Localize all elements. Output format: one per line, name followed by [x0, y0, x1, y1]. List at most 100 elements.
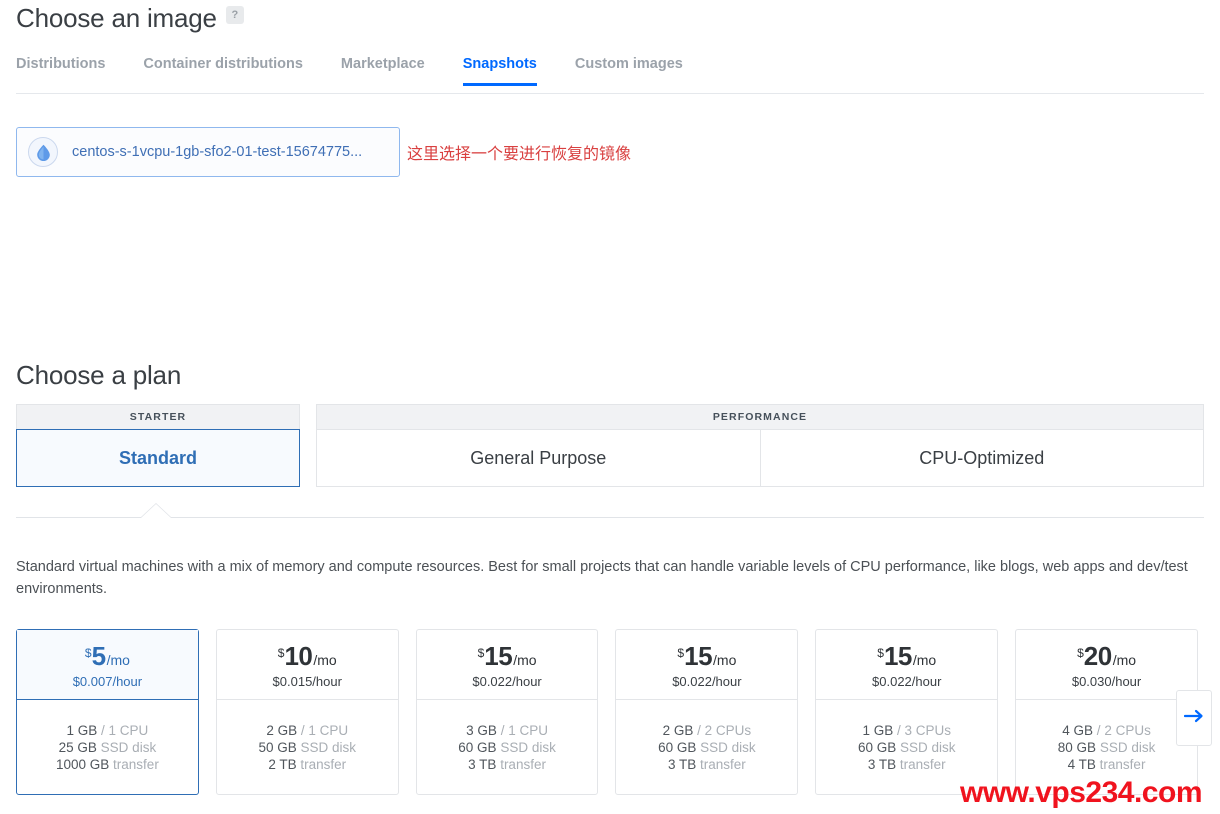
plan-group-starter: STARTER Standard: [16, 404, 300, 487]
help-icon[interactable]: ?: [225, 6, 244, 25]
plan-tab-general-purpose[interactable]: General Purpose: [316, 429, 761, 487]
plan-section-title: Choose a plan: [16, 360, 182, 390]
price-period: /mo: [313, 651, 337, 668]
plan-specs: 3 GB / 1 CPU 60 GB SSD disk 3 TB transfer: [417, 700, 598, 794]
tab-marketplace[interactable]: Marketplace: [341, 56, 425, 85]
tab-distributions[interactable]: Distributions: [16, 56, 105, 85]
next-page-button[interactable]: [1176, 690, 1212, 746]
tab-container-distributions[interactable]: Container distributions: [143, 56, 303, 85]
price-period: /mo: [713, 651, 737, 668]
page-title-text: Choose an image: [16, 3, 217, 33]
plan-spec-transfer: 2 TB transfer: [268, 757, 346, 772]
currency-symbol: $: [84, 645, 92, 660]
price-period: /mo: [1112, 651, 1137, 668]
plan-size-card[interactable]: $15/mo $0.022/hour 3 GB / 1 CPU 60 GB SSD d…: [415, 629, 599, 795]
tab-snapshots[interactable]: Snapshots: [462, 56, 538, 86]
plan-price-header: $20/mo $0.030/hour: [1016, 630, 1197, 700]
plan-cpu: 3 CPUs: [904, 722, 951, 738]
snapshot-name: centos-s-1vcpu-1gb-sfo2-01-test-15674775…: [72, 144, 363, 160]
plan-spec-disk: 60 GB SSD disk: [458, 740, 556, 755]
plan-hourly-price: $0.022/hour: [672, 673, 742, 689]
plan-group-body-starter: Standard: [16, 429, 300, 487]
plan-memory: 1 GB: [862, 722, 894, 738]
plan-memory: 2 GB: [266, 722, 298, 738]
plan-disk-size: 60 GB: [658, 739, 697, 755]
plan-spec-disk: 50 GB SSD disk: [258, 740, 356, 755]
plan-monthly-price: $10/mo: [278, 641, 337, 672]
plan-disk-label: SSD disk: [300, 739, 357, 755]
plan-price-header: $10/mo $0.015/hour: [216, 630, 398, 700]
plan-hourly-price: $0.015/hour: [272, 673, 342, 689]
plan-spec-disk: 60 GB SSD disk: [658, 740, 756, 755]
plan-cpu: 1 CPU: [108, 722, 149, 738]
plan-spec-transfer: 3 TB transfer: [668, 757, 746, 772]
plan-disk-label: SSD disk: [899, 739, 956, 755]
plan-spec-memory-cpu: 1 GB / 1 CPU: [66, 722, 149, 738]
plan-cpu: 2 CPUs: [1104, 722, 1151, 738]
plan-spec-transfer: 4 TB transfer: [1068, 757, 1146, 772]
plan-specs: 2 GB / 1 CPU 50 GB SSD disk 2 TB transfer: [217, 700, 398, 794]
plan-monthly-price: $15/mo: [877, 641, 936, 672]
plan-spec-memory-cpu: 3 GB / 1 CPU: [466, 722, 548, 738]
plan-group-performance: PERFORMANCE General Purpose CPU-Optimize…: [316, 404, 1204, 487]
price-period: /mo: [912, 651, 937, 668]
plan-spec-disk: 25 GB SSD disk: [59, 740, 157, 755]
plan-specs: 1 GB / 1 CPU 25 GB SSD disk 1000 GB transf…: [17, 700, 198, 794]
price-period: /mo: [513, 651, 537, 668]
plan-hourly-price: $0.030/hour: [1071, 673, 1142, 689]
plan-group-heading-performance: PERFORMANCE: [316, 404, 1204, 429]
price-amount: 20: [1083, 640, 1112, 671]
currency-symbol: $: [877, 645, 884, 660]
plan-memory: 3 GB: [466, 722, 497, 738]
plan-cpu: 2 CPUs: [704, 722, 752, 738]
plan-price-header: $15/mo $0.022/hour: [816, 630, 998, 700]
plan-memory: 1 GB: [66, 722, 98, 738]
plan-hourly-price: $0.022/hour: [472, 673, 542, 689]
plan-disk-size: 25 GB: [58, 739, 97, 755]
snapshot-option-card[interactable]: centos-s-1vcpu-1gb-sfo2-01-test-15674775…: [16, 127, 400, 177]
price-amount: 15: [883, 640, 912, 671]
plan-tab-standard[interactable]: Standard: [16, 429, 300, 487]
plan-hourly-price: $0.007/hour: [72, 673, 143, 689]
plan-transfer-label: transfer: [700, 756, 746, 772]
plan-spec-memory-cpu: 4 GB / 2 CPUs: [1062, 722, 1151, 738]
plan-transfer-size: 3 TB: [468, 756, 497, 772]
plan-transfer-size: 4 TB: [1067, 756, 1096, 772]
plan-specs: 2 GB / 2 CPUs 60 GB SSD disk 3 TB transfer: [616, 700, 797, 794]
plan-tab-cpu-optimized[interactable]: CPU-Optimized: [760, 429, 1204, 487]
plan-transfer-size: 3 TB: [667, 756, 697, 772]
watermark: www.vps234.com: [960, 776, 1203, 809]
plan-monthly-price: $15/mo: [677, 641, 736, 672]
tab-custom-images[interactable]: Custom images: [575, 56, 683, 85]
plan-price-header: $5/mo $0.007/hour: [17, 630, 198, 700]
currency-symbol: $: [277, 645, 285, 660]
plan-transfer-size: 1000 GB: [55, 756, 110, 772]
plan-disk-label: SSD disk: [700, 739, 756, 755]
plan-memory: 2 GB: [662, 722, 694, 738]
price-amount: 15: [684, 640, 713, 671]
currency-symbol: $: [677, 645, 685, 660]
plan-group-body-performance: General Purpose CPU-Optimized: [316, 429, 1204, 487]
plan-transfer-label: transfer: [1099, 756, 1146, 772]
plan-monthly-price: $20/mo: [1077, 641, 1136, 672]
plan-price-header: $15/mo $0.022/hour: [616, 630, 798, 700]
plan-disk-label: SSD disk: [100, 739, 157, 755]
plan-spec-memory-cpu: 2 GB / 2 CPUs: [662, 722, 752, 738]
plan-category-tabs: STARTER Standard PERFORMANCE General Pur…: [16, 404, 1204, 487]
plan-price-header: $15/mo $0.022/hour: [416, 630, 598, 700]
price-amount: 5: [91, 640, 106, 671]
plan-size-card[interactable]: $10/mo $0.015/hour 2 GB / 1 CPU 50 GB SSD d…: [215, 629, 399, 795]
plan-transfer-size: 2 TB: [268, 756, 297, 772]
plan-size-card[interactable]: $15/mo $0.022/hour 2 GB / 2 CPUs 60 GB SSD …: [615, 629, 799, 795]
plan-size-card[interactable]: $15/mo $0.022/hour 1 GB / 3 CPUs 60 GB SSD …: [815, 629, 999, 795]
plan-size-card[interactable]: $5/mo $0.007/hour 1 GB / 1 CPU 25 GB SSD di…: [16, 629, 199, 795]
plan-divider: [16, 517, 1204, 518]
choose-image-and-plan-page: Choose an image? Distributions Container …: [0, 0, 1220, 814]
plan-disk-size: 60 GB: [857, 739, 897, 755]
plan-transfer-label: transfer: [300, 756, 347, 772]
plan-spec-transfer: 3 TB transfer: [868, 757, 946, 772]
price-amount: 10: [284, 640, 313, 671]
plan-size-card[interactable]: $20/mo $0.030/hour 4 GB / 2 CPUs 80 GB SSD …: [1015, 629, 1198, 795]
arrow-right-icon: [1183, 709, 1204, 728]
plan-hourly-price: $0.022/hour: [872, 673, 942, 689]
